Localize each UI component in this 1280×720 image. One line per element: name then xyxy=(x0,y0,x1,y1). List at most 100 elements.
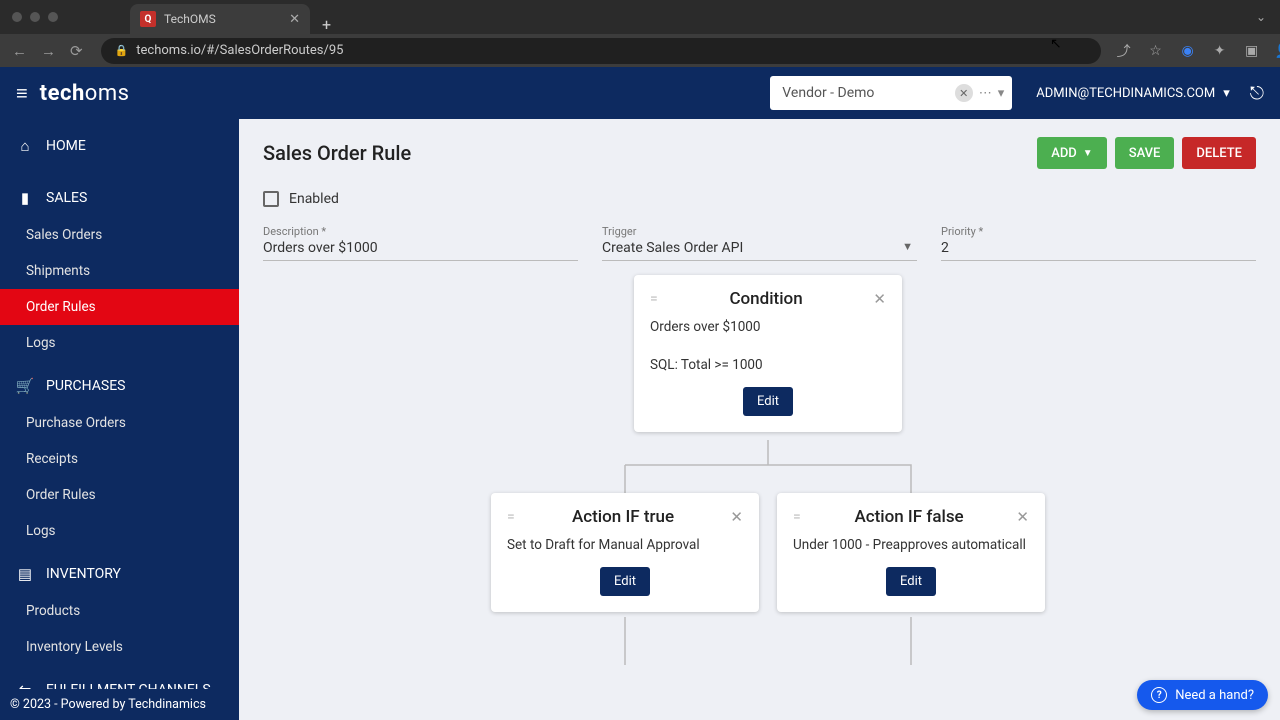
new-tab-button[interactable]: + xyxy=(322,15,331,34)
sales-icon: ▮ xyxy=(16,189,34,207)
sidebar-item-order-rules[interactable]: Order Rules xyxy=(0,289,239,325)
trigger-select[interactable] xyxy=(602,238,917,261)
help-label: Need a hand? xyxy=(1175,688,1254,703)
bookmark-icon[interactable]: ☆ xyxy=(1147,43,1165,59)
forward-button[interactable]: → xyxy=(41,42,56,60)
edit-button-label: Edit xyxy=(614,574,636,589)
sidebar-inventory[interactable]: ▤ INVENTORY xyxy=(0,555,239,593)
page-title: Sales Order Rule xyxy=(263,141,411,165)
user-menu[interactable]: ADMIN@TECHDINAMICS.COM ▾ xyxy=(1036,86,1229,101)
iftrue-title: Action IF true xyxy=(516,507,731,527)
user-email-label: ADMIN@TECHDINAMICS.COM xyxy=(1036,86,1215,101)
home-icon: ⌂ xyxy=(16,137,34,155)
description-label: Description * xyxy=(263,225,578,238)
sidebar-item-label: Order Rules xyxy=(26,487,96,503)
sidebar-item-label: Order Rules xyxy=(26,299,96,315)
sidebar-item-label: Sales Orders xyxy=(26,227,102,243)
content: Sales Order Rule ADD ▼ SAVE DELETE Enable… xyxy=(239,119,1280,720)
tab-strip: Q TechOMS ✕ + xyxy=(130,0,331,34)
sidebar-item-purchase-orders[interactable]: Purchase Orders xyxy=(0,405,239,441)
delete-button-label: DELETE xyxy=(1196,146,1242,161)
close-icon[interactable]: ✕ xyxy=(1016,508,1029,526)
trigger-label: Trigger xyxy=(602,225,917,238)
maximize-window-icon[interactable] xyxy=(48,12,58,22)
help-button[interactable]: ? Need a hand? xyxy=(1137,680,1268,710)
vendor-more-icon[interactable]: ⋯ xyxy=(979,86,992,101)
help-icon: ? xyxy=(1151,687,1167,703)
footer: © 2023 - Powered by Techdinamics xyxy=(0,689,239,720)
extensions-icon[interactable]: ✦ xyxy=(1211,43,1229,59)
profile-icon[interactable]: 👤 xyxy=(1275,43,1280,59)
iftrue-edit-button[interactable]: Edit xyxy=(600,567,650,596)
sidebar-item-shipments[interactable]: Shipments xyxy=(0,253,239,289)
tab-title: TechOMS xyxy=(164,12,216,26)
sidebar-home-label: HOME xyxy=(46,138,86,154)
share-icon[interactable]: ⤴ xyxy=(1115,41,1133,61)
sidebar-sales[interactable]: ▮ SALES xyxy=(0,179,239,217)
sidebar-item-label: Logs xyxy=(26,335,56,351)
sidebar-item-sales-logs[interactable]: Logs xyxy=(0,325,239,361)
sidebar-home[interactable]: ⌂ HOME xyxy=(0,127,239,165)
sidebar-purchases[interactable]: 🛒 PURCHASES xyxy=(0,367,239,405)
add-button[interactable]: ADD ▼ xyxy=(1037,137,1107,169)
condition-desc: Orders over $1000 xyxy=(650,319,886,335)
sidebar-item-purchase-logs[interactable]: Logs xyxy=(0,513,239,549)
condition-edit-button[interactable]: Edit xyxy=(743,387,793,416)
browser-toolbar: ← → ⟳ 🔒 techoms.io/#/SalesOrderRoutes/95… xyxy=(0,34,1280,67)
address-bar[interactable]: 🔒 techoms.io/#/SalesOrderRoutes/95 xyxy=(101,38,1101,64)
sidebar-item-label: Receipts xyxy=(26,451,78,467)
rule-diagram: = Condition ✕ Orders over $1000 SQL: Tot… xyxy=(239,275,1280,695)
vendor-dropdown-icon[interactable]: ▾ xyxy=(998,86,1005,101)
description-input[interactable] xyxy=(263,238,578,261)
lock-icon: 🔒 xyxy=(115,44,129,57)
user-dropdown-icon: ▾ xyxy=(1223,86,1230,101)
sidebar-item-label: Logs xyxy=(26,523,56,539)
sidebar-item-receipts[interactable]: Receipts xyxy=(0,441,239,477)
favicon: Q xyxy=(140,11,156,27)
drag-handle-icon[interactable]: = xyxy=(650,291,659,307)
close-icon[interactable]: ✕ xyxy=(873,290,886,308)
tab-close-icon[interactable]: ✕ xyxy=(289,12,300,27)
sidebar-item-purchase-order-rules[interactable]: Order Rules xyxy=(0,477,239,513)
action-if-false-card: = Action IF false ✕ Under 1000 - Preappr… xyxy=(777,493,1045,612)
sidebar-item-inventory-levels[interactable]: Inventory Levels xyxy=(0,629,239,665)
add-button-label: ADD xyxy=(1051,146,1077,161)
extension-icon[interactable]: ◉ xyxy=(1179,43,1197,59)
clear-vendor-icon[interactable]: ✕ xyxy=(955,84,973,102)
logout-icon[interactable]: ⎋ xyxy=(1250,83,1264,104)
condition-card: = Condition ✕ Orders over $1000 SQL: Tot… xyxy=(634,275,902,432)
sidebar: ⌂ HOME ▮ SALES Sales Orders Shipments Orde… xyxy=(0,119,239,720)
back-button[interactable]: ← xyxy=(12,42,27,60)
drag-handle-icon[interactable]: = xyxy=(507,509,516,525)
close-icon[interactable]: ✕ xyxy=(730,508,743,526)
edit-button-label: Edit xyxy=(900,574,922,589)
sidebar-item-sales-orders[interactable]: Sales Orders xyxy=(0,217,239,253)
sidebar-item-products[interactable]: Products xyxy=(0,593,239,629)
sidebar-item-label: Products xyxy=(26,603,80,619)
drag-handle-icon[interactable]: = xyxy=(793,509,802,525)
delete-button[interactable]: DELETE xyxy=(1182,137,1256,169)
cart-icon: 🛒 xyxy=(16,377,34,395)
iffalse-edit-button[interactable]: Edit xyxy=(886,567,936,596)
app-topbar: ≡ techoms Vendor - Demo ✕ ⋯ ▾ ADMIN@TECH… xyxy=(0,67,1280,119)
window-controls xyxy=(12,12,58,22)
sidebar-purchases-label: PURCHASES xyxy=(46,378,125,394)
reload-button[interactable]: ⟳ xyxy=(70,42,83,60)
sidebar-sales-label: SALES xyxy=(46,190,87,206)
tabs-overflow-icon[interactable]: ⌄ xyxy=(1256,10,1266,24)
close-window-icon[interactable] xyxy=(12,12,22,22)
enabled-checkbox[interactable]: Enabled xyxy=(263,191,1256,207)
priority-input[interactable] xyxy=(941,238,1256,261)
minimize-window-icon[interactable] xyxy=(30,12,40,22)
action-if-true-card: = Action IF true ✕ Set to Draft for Manu… xyxy=(491,493,759,612)
vendor-select[interactable]: Vendor - Demo ✕ ⋯ ▾ xyxy=(770,76,1012,110)
hamburger-icon[interactable]: ≡ xyxy=(16,81,28,106)
browser-tab[interactable]: Q TechOMS ✕ xyxy=(130,4,310,34)
inventory-icon: ▤ xyxy=(16,565,34,583)
save-button[interactable]: SAVE xyxy=(1115,137,1175,169)
panel-icon[interactable]: ▣ xyxy=(1243,43,1261,59)
footer-text: © 2023 - Powered by Techdinamics xyxy=(10,697,206,712)
edit-button-label: Edit xyxy=(757,394,779,409)
sidebar-inventory-label: INVENTORY xyxy=(46,566,121,582)
chevron-down-icon: ▼ xyxy=(1083,148,1093,159)
